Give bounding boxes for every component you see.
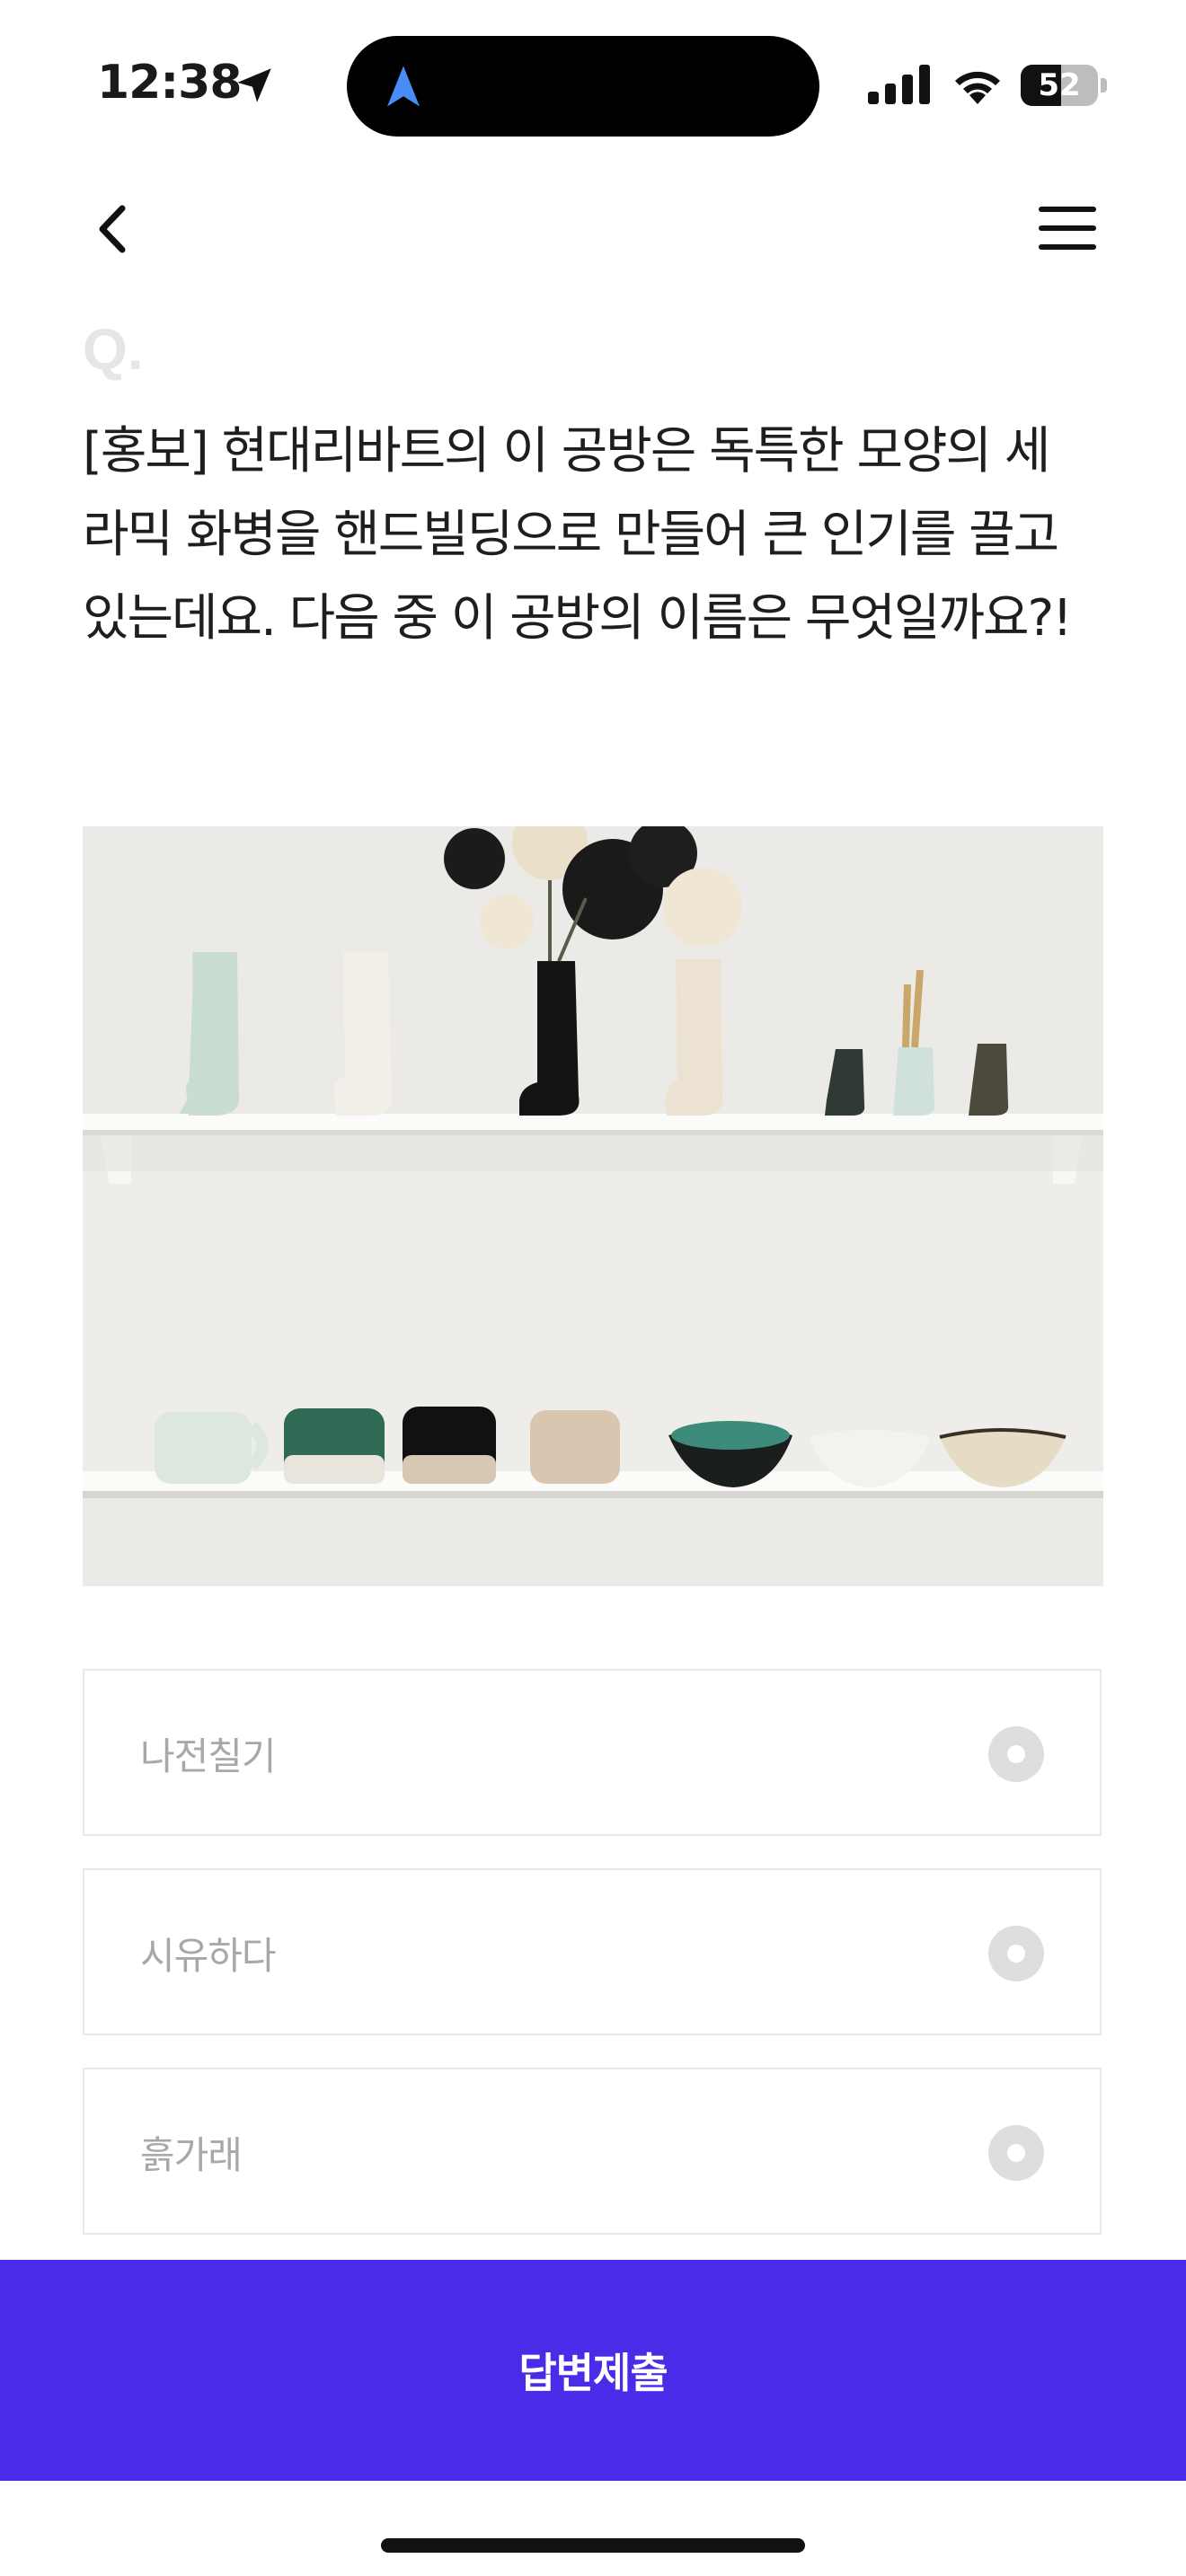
hamburger-menu-icon: [1039, 207, 1096, 250]
wifi-icon: [955, 71, 1000, 104]
navigation-arrow-icon: [387, 66, 420, 107]
back-button[interactable]: [86, 198, 144, 260]
question-prefix: Q.: [83, 317, 144, 382]
menu-button[interactable]: [1037, 203, 1098, 253]
answer-option-3[interactable]: 흙가래: [83, 2068, 1102, 2235]
radio-button-icon[interactable]: [988, 1926, 1044, 1981]
question-text: [홍보] 현대리바트의 이 공방은 독특한 모양의 세라믹 화병을 핸드빌딩으로…: [83, 422, 1073, 648]
radio-button-icon[interactable]: [988, 1726, 1044, 1782]
status-time: 12:38: [97, 56, 243, 110]
status-bar: 12:38 52: [0, 0, 1186, 162]
home-indicator: [381, 2538, 805, 2553]
radio-button-icon[interactable]: [988, 2125, 1044, 2181]
dynamic-island: [347, 36, 819, 137]
ceramics-shelf-image: [83, 826, 1103, 1586]
cellular-signal-icon: [868, 65, 930, 104]
answer-option-2[interactable]: 시유하다: [83, 1868, 1102, 2035]
submit-answer-button[interactable]: 답변제출: [0, 2260, 1186, 2481]
answer-option-label: 흙가래: [140, 2133, 243, 2177]
answer-option-label: 시유하다: [140, 1934, 277, 1978]
battery-level: 52: [1038, 67, 1081, 103]
chevron-left-icon: [99, 205, 126, 253]
location-arrow-icon: [237, 68, 271, 102]
answer-option-label: 나전칠기: [140, 1734, 277, 1778]
battery-indicator: 52: [1021, 65, 1107, 106]
answer-option-1[interactable]: 나전칠기: [83, 1669, 1102, 1836]
